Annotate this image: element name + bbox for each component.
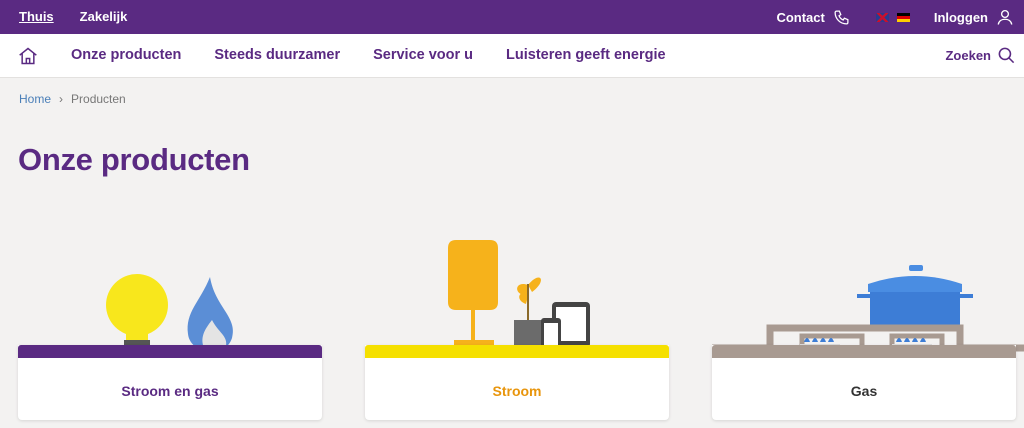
product-card-stroom[interactable]: Stroom: [365, 345, 669, 420]
segment-thuis[interactable]: Thuis: [19, 9, 54, 24]
nav-item-onze-producten[interactable]: Onze producten: [71, 47, 181, 63]
breadcrumb-home[interactable]: Home: [19, 92, 51, 106]
card-accent-bar: [18, 345, 322, 358]
lamp-and-devices-illustration: [448, 240, 590, 352]
product-label: Stroom en gas: [121, 383, 219, 399]
breadcrumb-separator-icon: ›: [59, 92, 64, 106]
nav-item-service-voor-u[interactable]: Service voor u: [373, 47, 473, 63]
phone-icon[interactable]: [833, 9, 850, 26]
breadcrumb-current: Producten: [71, 92, 126, 106]
page-title: Onze producten: [18, 142, 250, 177]
nav-item-steeds-duurzamer[interactable]: Steeds duurzamer: [214, 47, 340, 63]
main-nav: Onze producten Steeds duurzamer Service …: [0, 34, 1024, 78]
search-label: Zoeken: [945, 48, 991, 63]
search-button[interactable]: Zoeken: [945, 46, 1016, 65]
product-card-gas[interactable]: Gas: [712, 345, 1016, 420]
flag-uk-icon[interactable]: [875, 12, 889, 22]
search-icon: [998, 47, 1015, 64]
product-label: Gas: [850, 383, 878, 399]
contact-link[interactable]: Contact: [776, 10, 824, 25]
product-label: Stroom: [492, 383, 542, 399]
user-icon[interactable]: [996, 8, 1014, 26]
segment-zakelijk[interactable]: Zakelijk: [80, 9, 128, 24]
nav-item-luisteren[interactable]: Luisteren geeft energie: [506, 47, 666, 63]
top-bar: Thuis Zakelijk Contact Inloggen: [0, 0, 1024, 34]
card-accent-bar: [712, 345, 1016, 358]
card-accent-bar: [365, 345, 669, 358]
stove-and-pot-illustration: [712, 265, 1024, 352]
home-icon[interactable]: [18, 46, 38, 66]
product-card-stroom-en-gas[interactable]: Stroom en gas: [18, 345, 322, 420]
breadcrumb: Home › Producten: [19, 92, 126, 106]
flag-de-icon[interactable]: [896, 12, 910, 22]
login-link[interactable]: Inloggen: [934, 10, 988, 25]
